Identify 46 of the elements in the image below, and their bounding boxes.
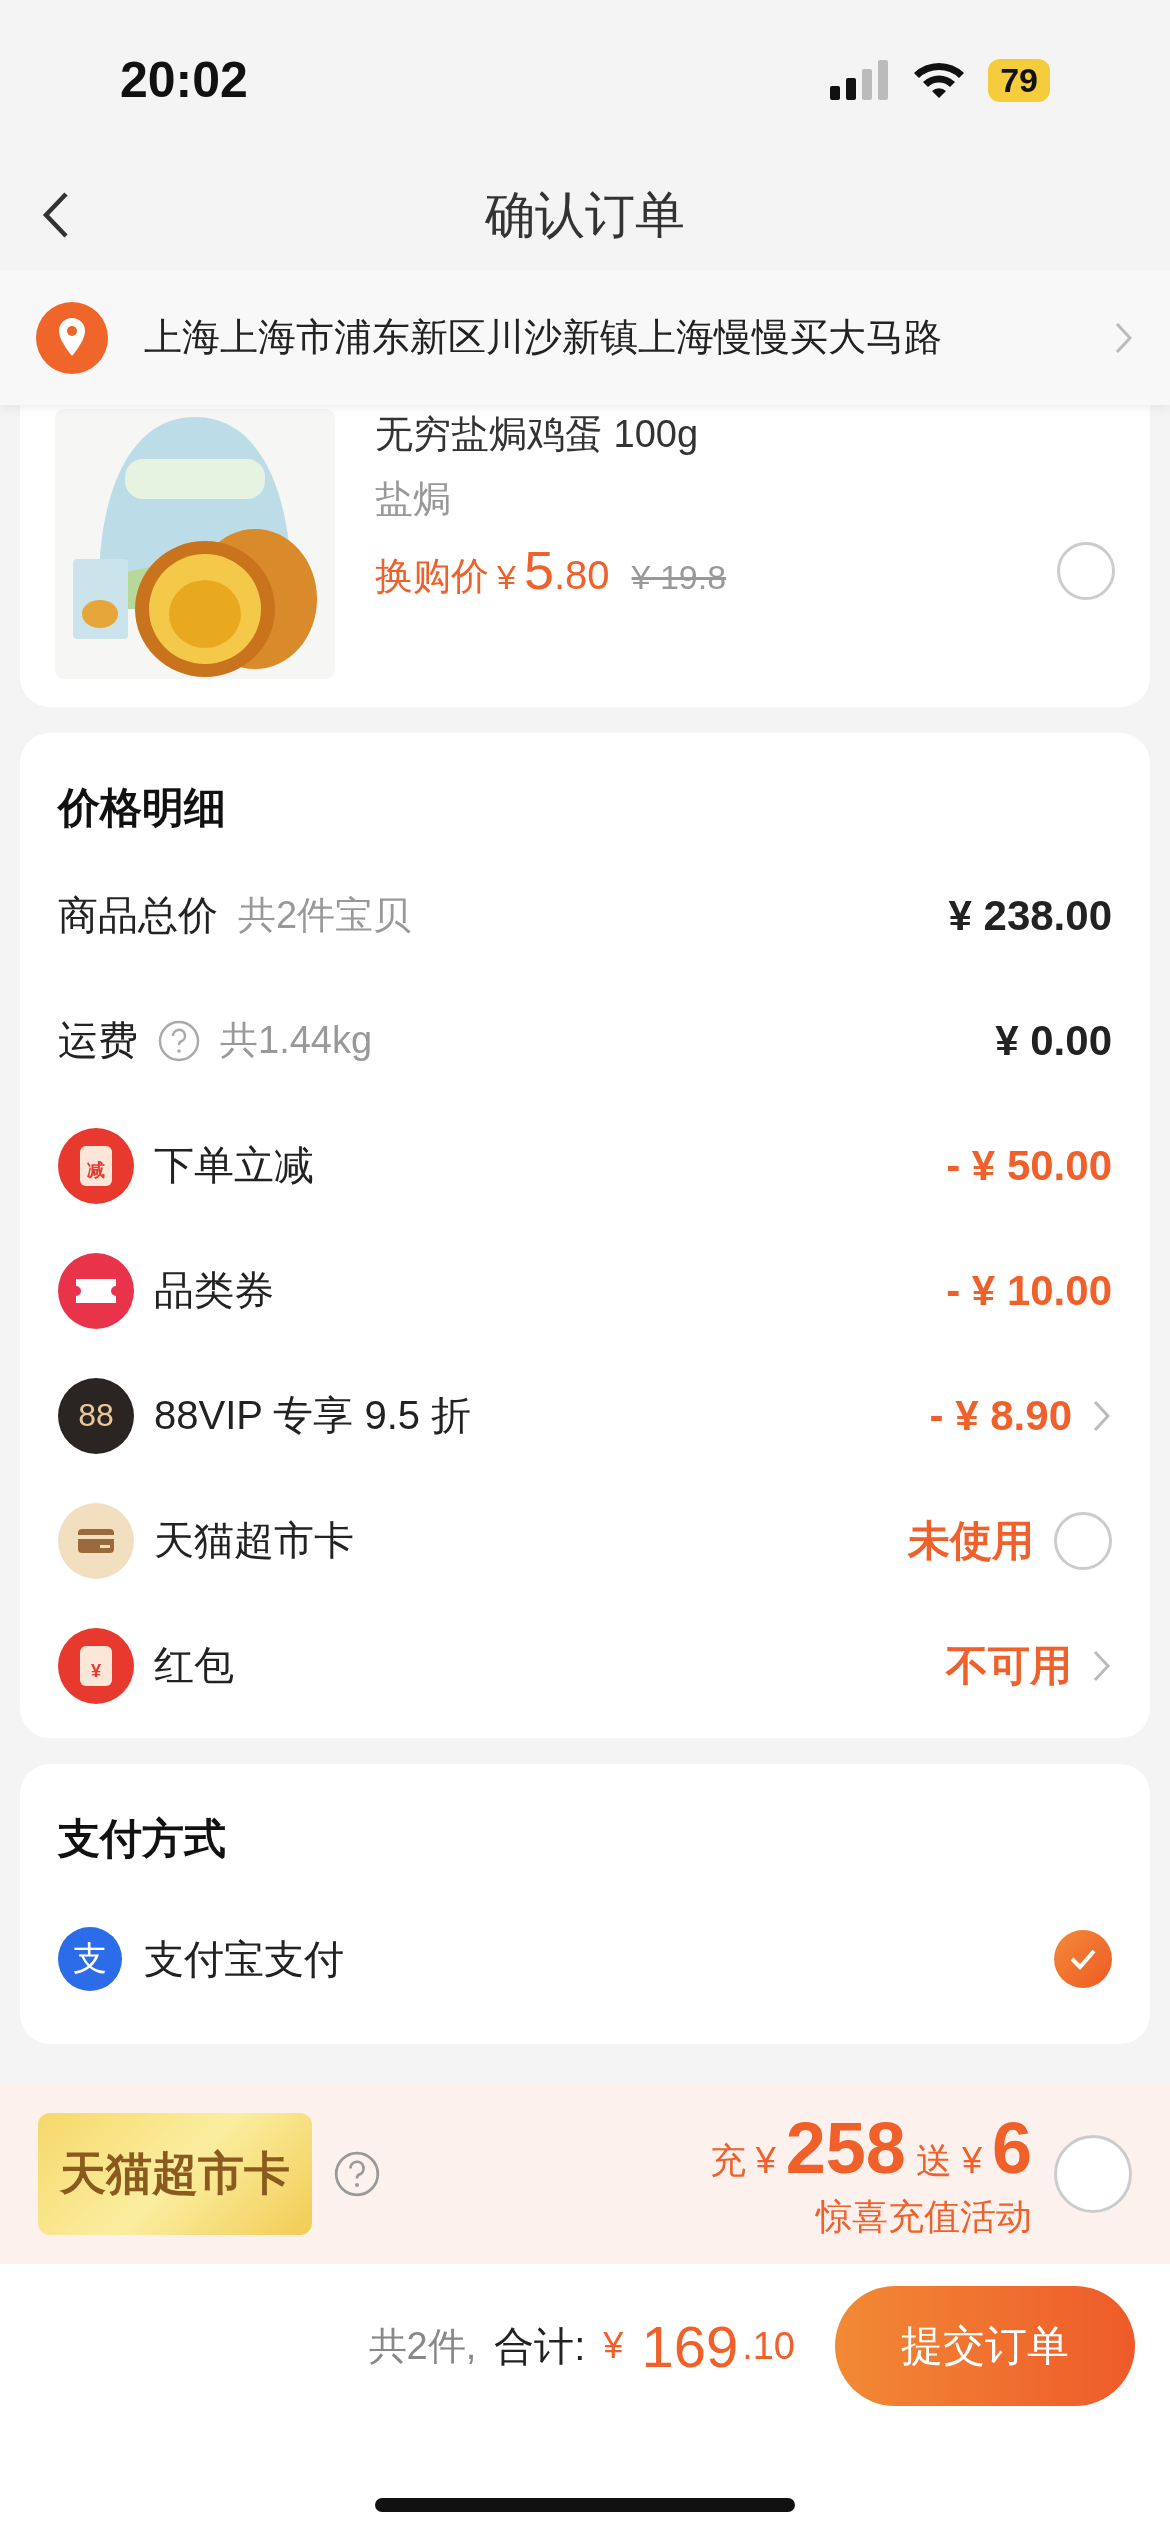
row-note: 共1.44kg (220, 1018, 373, 1063)
row-value: - ¥ 10.00 (946, 1266, 1112, 1315)
status-time: 20:02 (120, 51, 248, 109)
charge-amount: 258 (785, 2106, 906, 2189)
section-title: 支付方式 (58, 1814, 227, 1864)
currency-symbol: ¥ (497, 558, 516, 597)
row-note: 共2件宝贝 (238, 893, 412, 938)
total-value: 169 (641, 2312, 739, 2380)
product-spec: 盐焗 (375, 477, 452, 522)
page-title: 确认订单 (485, 185, 685, 245)
battery-level: 79 (988, 58, 1050, 102)
original-price: ¥ 19.8 (631, 558, 727, 597)
price-value: 5 (523, 539, 554, 601)
vip-badge: 88 (58, 1377, 134, 1454)
row-value: ¥ 238.00 (948, 891, 1112, 940)
row-value: 不可用 (946, 1640, 1072, 1691)
product-title: 无穷盐焗鸡蛋 100g (375, 412, 700, 457)
row-value: - ¥ 50.00 (946, 1141, 1112, 1190)
price-decimals: .80 (553, 553, 610, 598)
charge-label: 充 (709, 2138, 746, 2183)
row-label: 品类券 (154, 1267, 274, 1314)
bonus-amount: 6 (991, 2106, 1032, 2189)
row-value: ¥ 0.00 (995, 1016, 1112, 1065)
promo-subtitle: 惊喜充值活动 (816, 2194, 1032, 2239)
currency-symbol: ¥ (603, 2325, 624, 2367)
row-label: 88VIP 专享 9.5 折 (154, 1392, 472, 1439)
row-value: 未使用 (908, 1515, 1034, 1566)
alipay-logo: 支 (58, 1927, 122, 1991)
item-count: 共2件, (368, 2323, 477, 2369)
row-label: 下单立减 (154, 1142, 314, 1189)
currency-symbol: ¥ (961, 2139, 982, 2182)
total-label: 合计: (494, 2322, 586, 2370)
total-decimals: .10 (742, 2324, 795, 2368)
supermarket-card-badge: 天猫超市卡 (38, 2113, 312, 2235)
currency-symbol: ¥ (755, 2139, 776, 2182)
row-label: 商品总价 (58, 892, 218, 939)
row-label: 运费 (58, 1017, 138, 1064)
envelope-icon: 减 (58, 1127, 134, 1204)
envelope-icon: ¥ (58, 1627, 134, 1704)
row-label: 红包 (154, 1642, 234, 1689)
row-label: 天猫超市卡 (154, 1517, 354, 1564)
section-title: 价格明细 (58, 783, 227, 833)
payment-method[interactable]: 支付宝支付 (144, 1931, 344, 1987)
price-label: 换购价 (375, 554, 489, 599)
bonus-label: 送 (915, 2138, 952, 2183)
row-value: - ¥ 8.90 (929, 1391, 1072, 1440)
